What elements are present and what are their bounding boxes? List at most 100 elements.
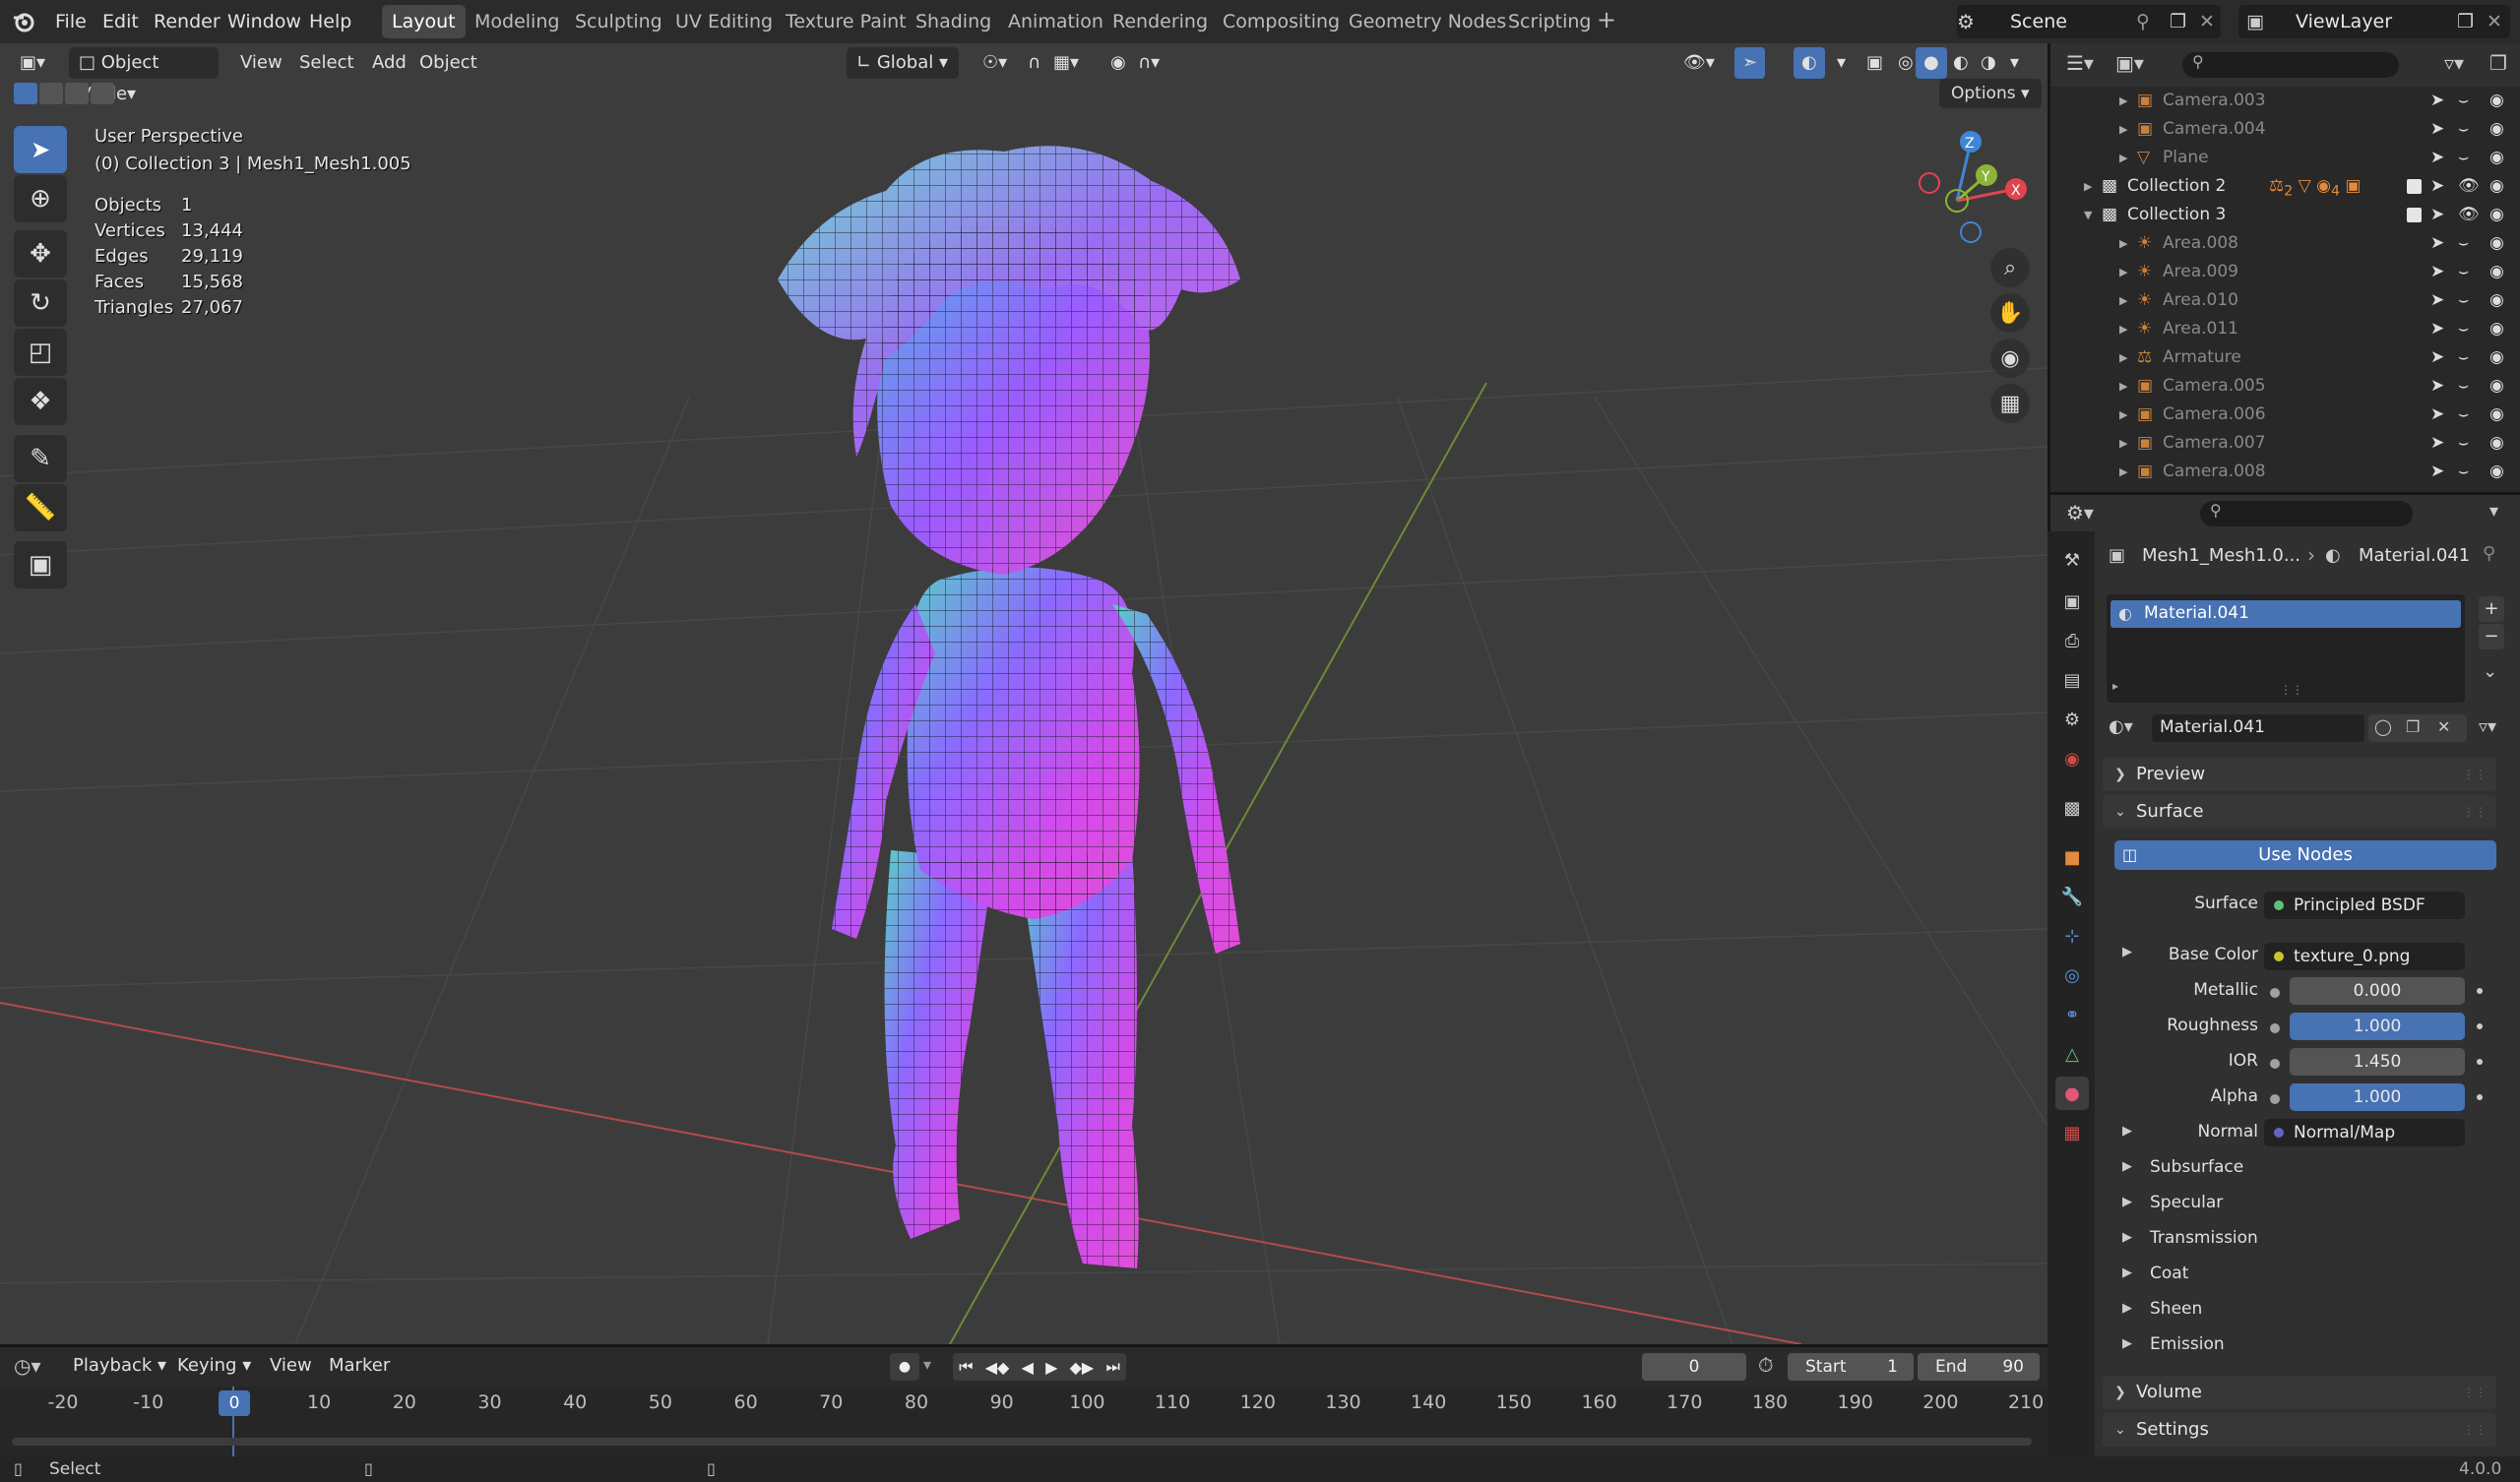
visibility-icon[interactable]: 👁▾	[1675, 47, 1723, 79]
disclosure-icon[interactable]: ▶	[2119, 401, 2127, 429]
gizmo-toggle-icon[interactable]: ➣	[1734, 47, 1766, 79]
outliner-row[interactable]: ▶ ▣ Camera.005 ➤ ⌣ ◉	[2050, 372, 2520, 401]
roughness-slider[interactable]: 1.000	[2290, 1013, 2465, 1040]
disclosure-icon[interactable]: ▶	[2119, 286, 2127, 315]
new-scene-icon[interactable]: ❐	[2170, 5, 2186, 38]
add-workspace-icon[interactable]: +	[1597, 6, 1616, 33]
measure-tool[interactable]: 📏	[14, 484, 67, 531]
select-subtract-icon[interactable]	[65, 83, 89, 104]
menu-view[interactable]: View	[232, 47, 290, 79]
render-camera-icon[interactable]: ◉	[2489, 315, 2504, 343]
exclude-checkbox[interactable]	[2407, 179, 2422, 194]
menu-help[interactable]: Help	[303, 6, 357, 37]
properties-editor-icon[interactable]: ⚙▾	[2066, 501, 2094, 525]
record-button[interactable]: ●	[890, 1353, 919, 1381]
render-camera-icon[interactable]: ◉	[2489, 201, 2504, 229]
metallic-slider[interactable]: 0.000	[2290, 977, 2465, 1005]
disclosure-icon[interactable]: ▶	[2119, 429, 2127, 458]
current-frame-field[interactable]: 0	[1642, 1353, 1746, 1381]
tab-animation[interactable]: Animation	[998, 5, 1113, 38]
tab-output[interactable]: ⎙	[2055, 624, 2089, 657]
menu-add[interactable]: Add	[364, 47, 414, 79]
eye-icon[interactable]: ⌣	[2458, 315, 2469, 343]
tab-tool[interactable]: ⚒	[2055, 543, 2089, 577]
select-new-icon[interactable]	[14, 83, 37, 104]
keyframe-dot-icon[interactable]	[2477, 1094, 2483, 1100]
coat-subpanel[interactable]: Coat	[2150, 1264, 2188, 1283]
stopwatch-icon[interactable]: ⏱	[1758, 1353, 1774, 1377]
play-reverse-icon[interactable]: ◀	[1022, 1358, 1034, 1377]
specular-subpanel[interactable]: Specular	[2150, 1193, 2223, 1212]
selectable-arrow-icon[interactable]: ➤	[2430, 115, 2444, 144]
close-icon[interactable]: ✕	[2487, 5, 2502, 38]
selectable-arrow-icon[interactable]: ➤	[2430, 172, 2444, 201]
selectable-arrow-icon[interactable]: ➤	[2430, 401, 2444, 429]
solid-shading-icon[interactable]: ●	[1916, 47, 1947, 79]
menu-object[interactable]: Object	[411, 47, 485, 79]
shading-dropdown-icon[interactable]: ▾	[2002, 47, 2027, 79]
overlay-toggle-icon[interactable]: ◐	[1794, 47, 1825, 79]
tab-particles[interactable]: ⊹	[2055, 919, 2089, 953]
render-camera-icon[interactable]: ◉	[2489, 286, 2504, 315]
outliner-row[interactable]: ▼ ▩ Collection 3 ➤ 👁 ◉	[2050, 201, 2520, 229]
transform-tool[interactable]: ❖	[14, 378, 67, 425]
disclosure-icon[interactable]: ▶	[2084, 172, 2092, 201]
tab-uv-editing[interactable]: UV Editing	[665, 5, 783, 38]
menu-view[interactable]: View	[270, 1355, 312, 1376]
expand-arrow-icon[interactable]: ▶	[2122, 1230, 2132, 1245]
expand-arrow-icon[interactable]: ▶	[2122, 1195, 2132, 1209]
camera-view-button[interactable]: ◉	[1990, 339, 2030, 378]
scene-selector[interactable]: ⚙ Scene ⚲ ❐ ✕	[1957, 5, 2221, 38]
3d-viewport[interactable]	[0, 43, 2048, 1344]
snap-target-icon[interactable]: ▦▾	[1045, 47, 1087, 79]
eye-icon[interactable]: ⌣	[2458, 343, 2469, 372]
tab-modeling[interactable]: Modeling	[465, 5, 569, 38]
tab-world[interactable]: ◉	[2055, 742, 2089, 775]
outliner-row[interactable]: ▶ ☀ Area.010 ➤ ⌣ ◉	[2050, 286, 2520, 315]
outliner-row[interactable]: ▶ ☀ Area.011 ➤ ⌣ ◉	[2050, 315, 2520, 343]
selectable-arrow-icon[interactable]: ➤	[2430, 144, 2444, 172]
outliner-row[interactable]: ▶ ▣ Camera.006 ➤ ⌣ ◉	[2050, 401, 2520, 429]
new-collection-icon[interactable]: ❐	[2489, 51, 2507, 75]
expand-arrow-icon[interactable]: ▶	[2122, 1159, 2132, 1174]
eye-icon[interactable]: ⌣	[2458, 286, 2469, 315]
falloff-icon[interactable]: ∩▾	[1130, 47, 1167, 79]
tab-compositing[interactable]: Compositing	[1213, 5, 1350, 38]
eye-icon[interactable]: ⌣	[2458, 401, 2469, 429]
tab-shading[interactable]: Shading	[906, 5, 1001, 38]
annotate-tool[interactable]: ✎	[14, 435, 67, 482]
selectable-arrow-icon[interactable]: ➤	[2430, 87, 2444, 115]
tab-modifiers[interactable]: 🔧	[2055, 880, 2089, 913]
options-dropdown[interactable]: Options ▾	[1939, 79, 2042, 108]
selectable-arrow-icon[interactable]: ➤	[2430, 315, 2444, 343]
move-tool[interactable]: ✥	[14, 230, 67, 278]
eye-icon[interactable]: ⌣	[2458, 372, 2469, 401]
duplicate-icon[interactable]: ❐	[2406, 717, 2420, 736]
play-icon[interactable]: ▶	[1045, 1358, 1057, 1377]
slot-menu-icon[interactable]: ⌄	[2483, 661, 2497, 682]
tab-collection[interactable]: ▩	[2055, 791, 2089, 825]
link-type-icon[interactable]: ▿▾	[2479, 716, 2496, 737]
expand-arrow-icon[interactable]: ▶	[2122, 1301, 2132, 1316]
material-shading-icon[interactable]: ◐	[1945, 47, 1977, 79]
snap-icon[interactable]: ∩	[1020, 47, 1048, 79]
eye-icon[interactable]: 👁	[2458, 201, 2480, 229]
outliner-row[interactable]: ▶ ▣ Camera.008 ➤ ⌣ ◉	[2050, 458, 2520, 486]
tab-constraints[interactable]: ⚭	[2055, 998, 2089, 1031]
filter-icon[interactable]: ▿▾	[2444, 51, 2464, 75]
tab-rendering[interactable]: Rendering	[1102, 5, 1218, 38]
outliner-row[interactable]: ▶ ⚖ Armature ➤ ⌣ ◉	[2050, 343, 2520, 372]
orientation-dropdown[interactable]: ∟ Global ▾	[847, 47, 959, 79]
pin-icon[interactable]: ⚲	[2483, 543, 2495, 564]
outliner-row[interactable]: ▶ ☀ Area.008 ➤ ⌣ ◉	[2050, 229, 2520, 258]
perspective-toggle-button[interactable]: ▦	[1990, 384, 2030, 423]
disclosure-icon[interactable]: ▼	[2084, 201, 2092, 229]
select-box-tool[interactable]: ➤	[14, 126, 67, 173]
selectable-arrow-icon[interactable]: ➤	[2430, 258, 2444, 286]
tab-geometry-nodes[interactable]: Geometry Nodes	[1339, 5, 1516, 38]
menu-render[interactable]: Render	[148, 6, 226, 37]
menu-window[interactable]: Window	[221, 6, 307, 37]
outliner-row[interactable]: ▶ ☀ Area.009 ➤ ⌣ ◉	[2050, 258, 2520, 286]
surface-shader-field[interactable]: Principled BSDF	[2264, 892, 2465, 919]
end-frame-field[interactable]: End 90	[1918, 1353, 2040, 1381]
